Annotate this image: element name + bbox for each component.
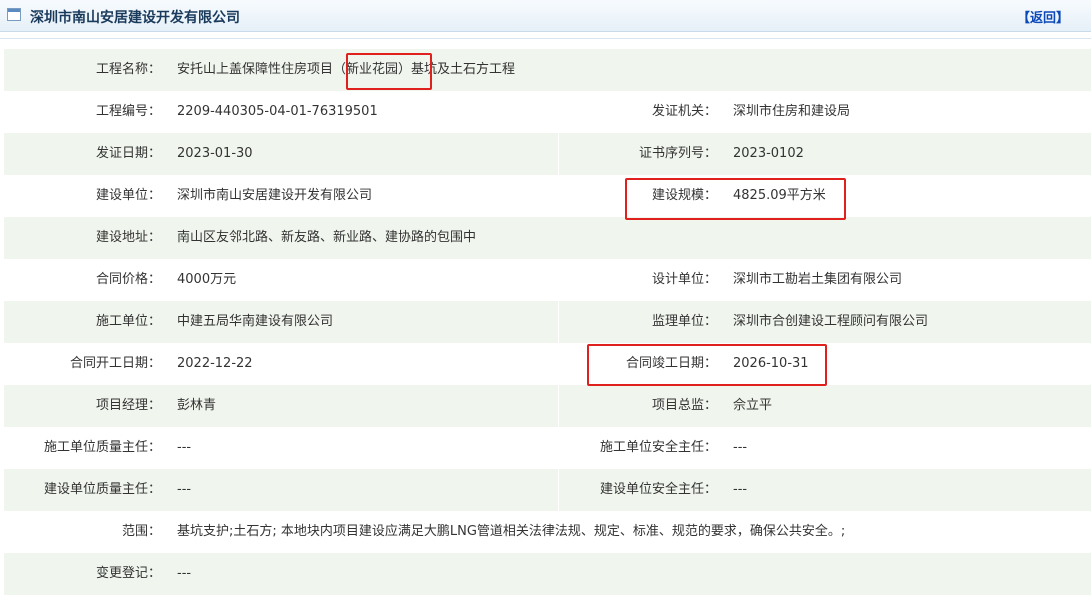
field-label: 建设单位：: [95, 188, 161, 203]
field-value: 2023-01-30: [177, 146, 253, 161]
row-managers: 项目经理： 彭林青 项目总监： 佘立平: [4, 385, 1091, 427]
field-label: 设计单位：: [651, 272, 717, 287]
row-project-number: 工程编号： 2209-440305-04-01-76319501 发证机关： 深…: [4, 91, 1091, 133]
row-contractor-supervisors: 施工单位质量主任： --- 施工单位安全主任： ---: [4, 427, 1091, 469]
field-label: 项目经理：: [95, 398, 161, 413]
field-label: 范围：: [121, 524, 161, 539]
row-change-registration: 变更登记： ---: [4, 553, 1091, 595]
field-label: 监理单位：: [651, 314, 717, 329]
field-label: 证书序列号：: [638, 146, 717, 161]
column-divider: [558, 385, 559, 427]
row-address: 建设地址： 南山区友邻北路、新友路、新业路、建协路的包围中: [4, 217, 1091, 259]
field-label: 施工单位安全主任：: [599, 440, 717, 455]
row-builder-supervisors: 建设单位质量主任： --- 建设单位安全主任： ---: [4, 469, 1091, 511]
field-value: 2209-440305-04-01-76319501: [177, 104, 378, 119]
field-value: 基坑支护;土石方; 本地块内项目建设应满足大鹏LNG管道相关法律法规、规定、标准…: [177, 524, 846, 539]
field-value: 2022-12-22: [177, 356, 253, 371]
field-label: 工程名称：: [95, 62, 161, 77]
field-value: 深圳市工勘岩土集团有限公司: [733, 272, 903, 287]
highlight-box-completion-date: [587, 344, 827, 386]
field-value: ---: [733, 440, 748, 455]
window-icon: [7, 8, 21, 21]
row-builder: 建设单位： 深圳市南山安居建设开发有限公司 建设规模： 4825.09平方米: [4, 175, 1091, 217]
field-label: 变更登记：: [95, 566, 161, 581]
field-label: 建设单位安全主任：: [599, 482, 717, 497]
field-label: 施工单位质量主任：: [43, 440, 161, 455]
page-title: 深圳市南山安居建设开发有限公司: [30, 10, 240, 26]
field-label: 发证机关：: [651, 104, 717, 119]
field-value: 4000万元: [177, 272, 237, 287]
field-value: 佘立平: [733, 398, 773, 413]
column-divider: [558, 301, 559, 343]
row-project-name: 工程名称： 安托山上盖保障性住房项目（新业花园）基坑及土石方工程: [4, 49, 1091, 91]
title-bar: 深圳市南山安居建设开发有限公司 【返回】: [0, 0, 1091, 32]
project-info-table: 工程名称： 安托山上盖保障性住房项目（新业花园）基坑及土石方工程 工程编号： 2…: [4, 49, 1091, 595]
row-scope: 范围： 基坑支护;土石方; 本地块内项目建设应满足大鹏LNG管道相关法律法规、规…: [4, 511, 1091, 553]
field-label: 建设地址：: [95, 230, 161, 245]
highlight-box-project-name: [346, 53, 432, 90]
field-label: 施工单位：: [95, 314, 161, 329]
field-label: 合同价格：: [95, 272, 161, 287]
row-contractor: 施工单位： 中建五局华南建设有限公司 监理单位： 深圳市合创建设工程顾问有限公司: [4, 301, 1091, 343]
field-value: ---: [733, 482, 748, 497]
field-label: 建设单位质量主任：: [43, 482, 161, 497]
field-label: 发证日期：: [95, 146, 161, 161]
field-value: ---: [177, 440, 192, 455]
field-label: 合同开工日期：: [69, 356, 161, 371]
field-label: 项目总监：: [651, 398, 717, 413]
title-divider: [0, 38, 1091, 39]
highlight-box-construction-scale: [625, 178, 846, 220]
field-value: ---: [177, 482, 192, 497]
row-contract-dates: 合同开工日期： 2022-12-22 合同竣工日期： 2026-10-31: [4, 343, 1091, 385]
field-value: ---: [177, 566, 192, 581]
field-value: 深圳市住房和建设局: [733, 104, 851, 119]
column-divider: [558, 469, 559, 511]
field-value: 2023-0102: [733, 146, 804, 161]
column-divider: [558, 133, 559, 175]
row-contract-price: 合同价格： 4000万元 设计单位： 深圳市工勘岩土集团有限公司: [4, 259, 1091, 301]
field-value: 南山区友邻北路、新友路、新业路、建协路的包围中: [177, 230, 477, 245]
field-label: 工程编号：: [95, 104, 161, 119]
field-value: 中建五局华南建设有限公司: [177, 314, 334, 329]
field-value: 彭林青: [177, 398, 217, 413]
field-value: 深圳市南山安居建设开发有限公司: [177, 188, 373, 203]
row-issue-date: 发证日期： 2023-01-30 证书序列号： 2023-0102: [4, 133, 1091, 175]
back-link[interactable]: 【返回】: [1017, 7, 1069, 26]
field-value: 深圳市合创建设工程顾问有限公司: [733, 314, 929, 329]
